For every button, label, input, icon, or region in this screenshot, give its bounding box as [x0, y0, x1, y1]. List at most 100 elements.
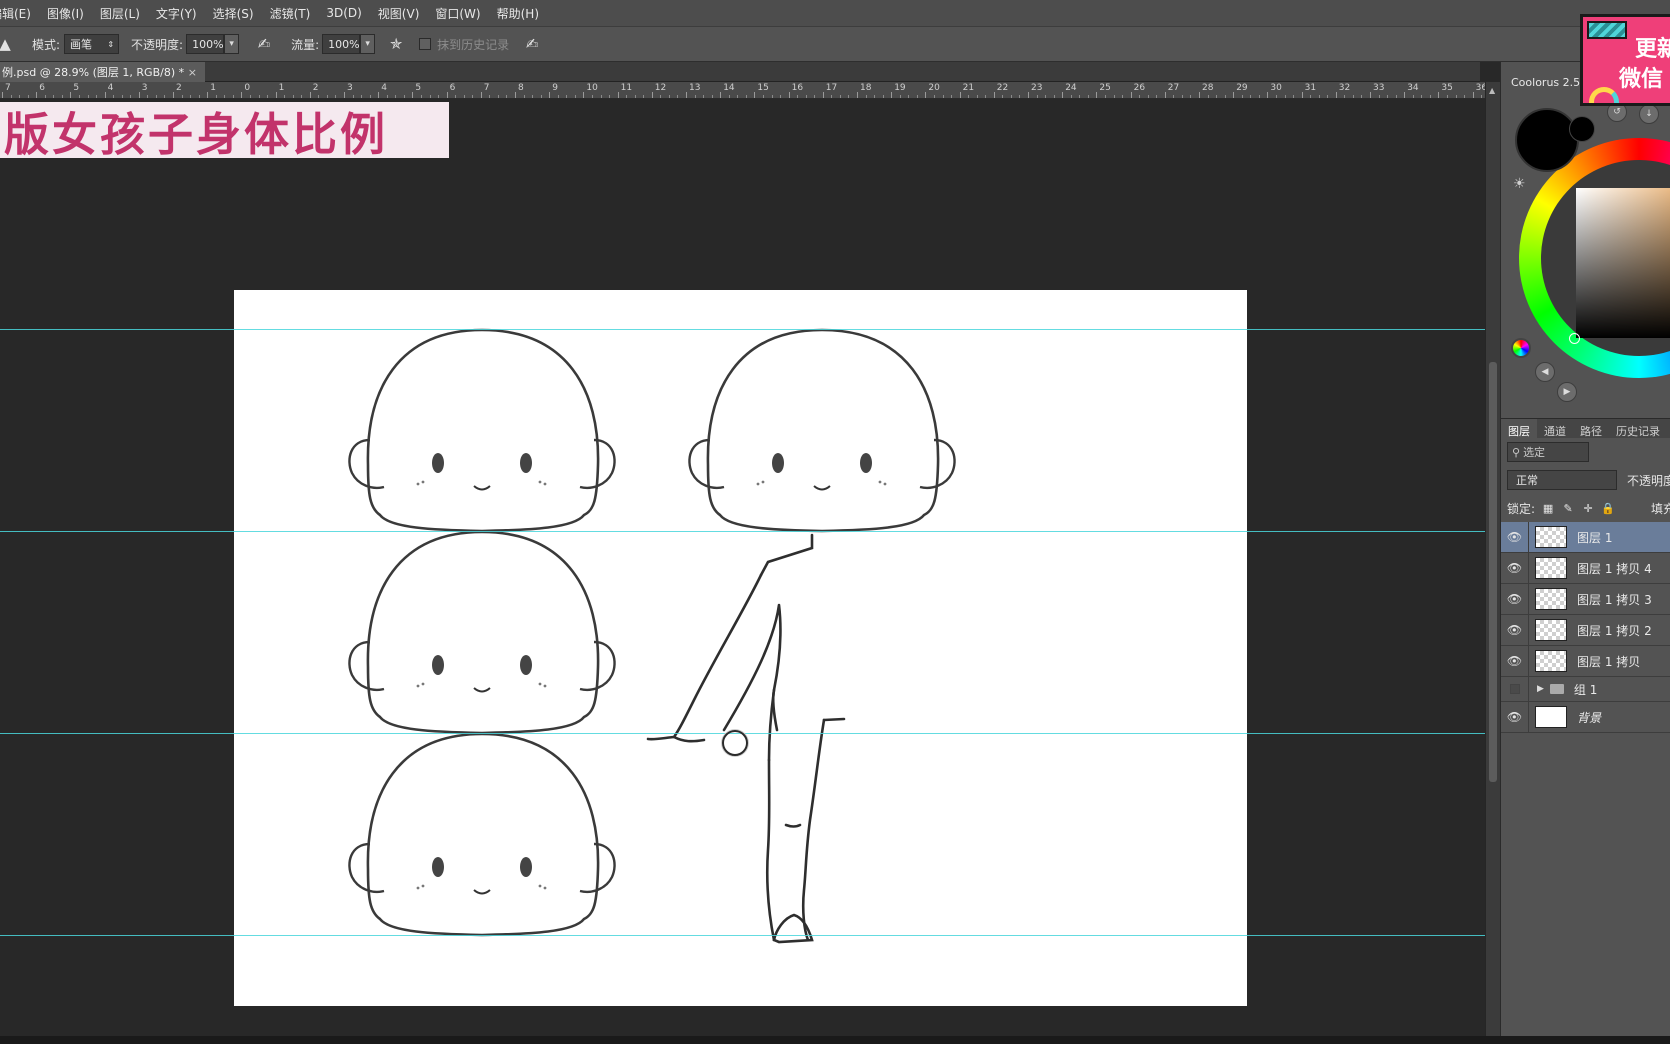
close-icon[interactable]: ×: [188, 66, 197, 79]
lock-position-icon[interactable]: ✛: [1581, 501, 1595, 515]
ruler-label: 25: [1099, 83, 1111, 93]
guide-line: [0, 329, 1485, 330]
vertical-scrollbar[interactable]: ▲: [1485, 82, 1500, 1036]
canvas-workspace[interactable]: 版女孩子身体比例: [0, 99, 1485, 1036]
ruler-label: 33: [1373, 83, 1385, 93]
mini-color-wheel-icon[interactable]: [1511, 338, 1531, 358]
scroll-up-icon[interactable]: ▲: [1489, 86, 1495, 95]
eye-icon[interactable]: 👁: [1501, 552, 1529, 584]
ruler-tick: [549, 92, 551, 98]
ruler-label: 4: [107, 83, 114, 93]
eye-icon[interactable]: 👁: [1501, 645, 1529, 677]
sticker-stripe: [1587, 21, 1627, 39]
ruler-label: 3: [347, 83, 353, 93]
layer-row[interactable]: 👁 图层 1 拷贝: [1501, 645, 1670, 677]
horizontal-ruler[interactable]: 7 6 5 4 3 2 1 0 1 2 3 4 5 6 7 8 9 10 11 12 13 14 15 16 17 18 19 20 2…: [0, 82, 1485, 99]
opacity-dropdown-icon[interactable]: ▾: [224, 34, 240, 54]
mode-select[interactable]: 画笔 ⇕: [64, 34, 120, 54]
menu-image[interactable]: 图像(I): [39, 5, 92, 22]
menu-select[interactable]: 选择(S): [205, 5, 262, 22]
next-icon[interactable]: ▶: [1557, 382, 1577, 402]
opacity-label: 不透明度:: [131, 37, 184, 52]
document-canvas[interactable]: [234, 290, 1247, 1006]
lock-all-icon[interactable]: 🔒: [1601, 501, 1615, 515]
visibility-toggle[interactable]: [1501, 676, 1529, 702]
color-picker-square[interactable]: [1576, 188, 1670, 338]
ruler-label: 18: [860, 83, 872, 93]
ruler-tick: [1335, 92, 1337, 98]
search-icon: ⚲: [1512, 445, 1521, 459]
ruler-label: 17: [825, 83, 838, 93]
ruler-tick: [2, 92, 3, 98]
brightness-icon[interactable]: ☀: [1513, 176, 1526, 192]
eye-icon[interactable]: 👁: [1501, 583, 1529, 615]
document-tab[interactable]: 例.psd @ 28.9% (图层 1, RGB/8) * ×: [0, 62, 205, 82]
pressure-opacity-icon[interactable]: ✍: [253, 33, 275, 55]
layer-row[interactable]: 👁 图层 1 拷贝 3: [1501, 583, 1670, 615]
menu-type[interactable]: 文字(Y): [148, 5, 205, 22]
history-label: 抹到历史记录: [437, 37, 510, 52]
background-color-swatch[interactable]: [1569, 116, 1595, 142]
menu-3d[interactable]: 3D(D): [318, 6, 369, 20]
opacity-input[interactable]: 100%: [186, 34, 225, 54]
tab-layers[interactable]: 图层: [1501, 419, 1537, 438]
flow-input[interactable]: 100%: [322, 34, 361, 54]
menu-help[interactable]: 帮助(H): [489, 5, 547, 22]
expand-caret-icon[interactable]: ▶: [1537, 684, 1544, 694]
history-checkbox[interactable]: [419, 38, 432, 50]
ruler-tick: [446, 92, 448, 98]
ruler-label: 5: [415, 83, 422, 93]
ruler-label: 6: [449, 83, 456, 93]
color-picker-cursor[interactable]: [1569, 333, 1580, 344]
menu-filter[interactable]: 滤镜(T): [262, 5, 319, 22]
tab-channels[interactable]: 通道: [1537, 419, 1573, 438]
scrollbar-thumb[interactable]: [1489, 362, 1497, 782]
flow-dropdown-icon[interactable]: ▾: [360, 34, 376, 54]
ruler-tick: [1130, 92, 1132, 98]
ruler-tick: [1096, 92, 1098, 98]
ruler-label: 30: [1270, 83, 1282, 93]
eye-icon[interactable]: 👁: [1501, 614, 1529, 646]
eye-icon[interactable]: 👁: [1501, 701, 1529, 733]
title-banner: 版女孩子身体比例: [0, 102, 449, 161]
airbrush-icon[interactable]: ✯: [385, 33, 407, 55]
lock-image-icon[interactable]: ✎: [1561, 501, 1575, 515]
layer-filter-select[interactable]: ⚲ 选定: [1507, 442, 1589, 462]
layer-row[interactable]: 👁 背景: [1501, 701, 1670, 733]
ruler-tick: [104, 92, 106, 98]
menu-edit[interactable]: 编辑(E): [0, 5, 39, 22]
ruler-label: 23: [1031, 83, 1043, 93]
ruler-tick: [378, 92, 380, 98]
hidden-visibility-box: [1509, 684, 1520, 694]
menu-layer[interactable]: 图层(L): [92, 5, 148, 22]
menu-view[interactable]: 视图(V): [370, 5, 428, 22]
guide-line: [0, 531, 1485, 532]
ruler-label: 2: [312, 83, 319, 93]
previous-icon[interactable]: ◀: [1535, 362, 1555, 382]
ruler-tick: [1301, 92, 1303, 98]
layer-name: 背景: [1577, 710, 1602, 725]
blend-mode-select[interactable]: 正常: [1507, 470, 1617, 490]
ruler-tick: [70, 92, 72, 98]
layer-group-row[interactable]: ▶ 组 1: [1501, 676, 1670, 702]
ruler-label: 20: [928, 83, 940, 93]
layer-row[interactable]: 👁 图层 1 拷贝 2: [1501, 614, 1670, 646]
lock-transparent-icon[interactable]: ▦: [1541, 501, 1555, 515]
menu-window[interactable]: 窗口(W): [427, 5, 488, 22]
ruler-label: 35: [1441, 83, 1453, 93]
pressure-size-icon[interactable]: ✍: [521, 33, 543, 55]
layer-row[interactable]: 👁 图层 1: [1501, 521, 1670, 553]
ruler-label: 29: [1236, 83, 1248, 93]
ruler-tick: [1164, 92, 1166, 98]
ruler-tick: [1062, 92, 1064, 98]
layer-row[interactable]: 👁 图层 1 拷贝 4: [1501, 552, 1670, 584]
layer-name: 组 1: [1573, 682, 1598, 697]
options-bar: ▲ 模式: 画笔 ⇕ 不透明度: 100% ▾ ✍ 流量: 100% ▾ ✯ 抹…: [0, 26, 1670, 62]
tab-paths[interactable]: 路径: [1573, 419, 1609, 438]
tab-history[interactable]: 历史记录: [1609, 419, 1667, 438]
tool-preset-icon[interactable]: ▲: [0, 33, 16, 55]
eye-icon[interactable]: 👁: [1501, 521, 1529, 553]
color-mode-icon[interactable]: ↓: [1639, 104, 1659, 124]
foreground-color-swatch[interactable]: [1515, 108, 1579, 172]
layer-opacity-label: 不透明度: [1627, 474, 1670, 488]
